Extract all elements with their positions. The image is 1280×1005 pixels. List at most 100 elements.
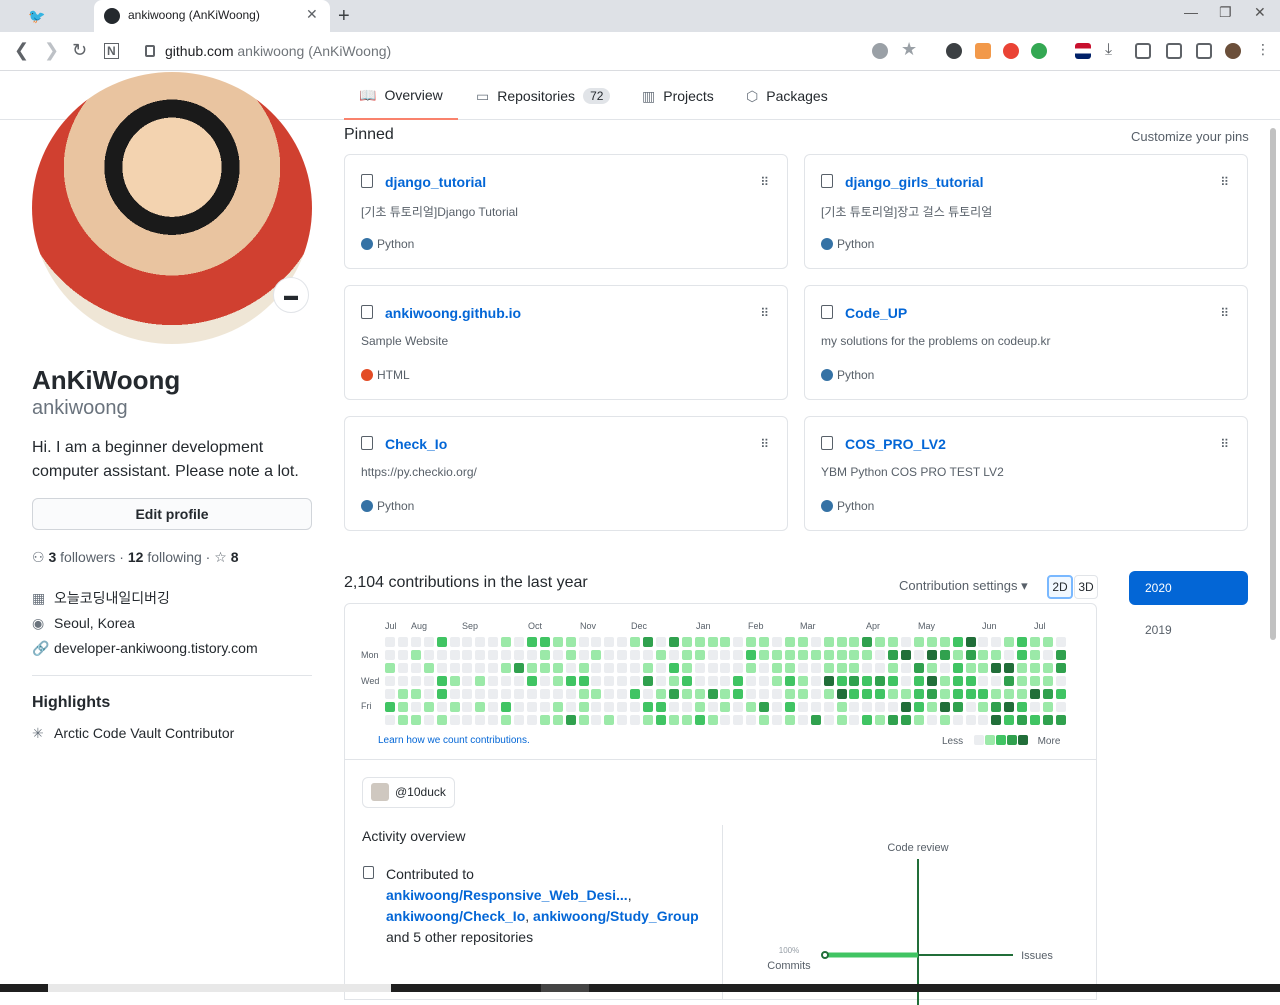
contribution-day[interactable] xyxy=(1017,689,1028,699)
contribution-day[interactable] xyxy=(423,676,434,686)
contribution-day[interactable] xyxy=(849,715,860,725)
contribution-day[interactable] xyxy=(759,702,770,712)
contribution-day[interactable] xyxy=(501,689,512,699)
contribution-day[interactable] xyxy=(720,689,731,699)
followers-link[interactable]: 3 followers xyxy=(48,549,115,565)
contribution-day[interactable] xyxy=(501,637,512,647)
contribution-day[interactable] xyxy=(759,689,770,699)
contribution-day[interactable] xyxy=(784,715,795,725)
contribution-day[interactable] xyxy=(668,689,679,699)
contribution-day[interactable] xyxy=(385,676,395,686)
star-icon[interactable]: ★ xyxy=(901,39,917,60)
contribution-day[interactable] xyxy=(733,702,744,712)
contribution-day[interactable] xyxy=(707,702,718,712)
contribution-day[interactable] xyxy=(552,663,563,673)
contribution-day[interactable] xyxy=(1004,663,1015,673)
browser-tab-inactive[interactable]: 🐦 xyxy=(0,0,94,32)
contribution-day[interactable] xyxy=(952,663,963,673)
contribution-day[interactable] xyxy=(823,663,834,673)
contribution-day[interactable] xyxy=(733,637,744,647)
contribution-day[interactable] xyxy=(423,637,434,647)
sidebar-icon[interactable] xyxy=(1196,43,1212,59)
contribution-day[interactable] xyxy=(810,702,821,712)
contribution-day[interactable] xyxy=(539,637,550,647)
contribution-day[interactable] xyxy=(978,637,989,647)
contribution-day[interactable] xyxy=(888,650,899,660)
contribution-day[interactable] xyxy=(797,637,808,647)
contribution-day[interactable] xyxy=(423,715,434,725)
repo-name-link[interactable]: Check_Io xyxy=(385,436,447,452)
contribution-day[interactable] xyxy=(862,663,873,673)
contribution-day[interactable] xyxy=(746,715,757,725)
contribution-day[interactable] xyxy=(539,650,550,660)
contribution-day[interactable] xyxy=(681,715,692,725)
contribution-day[interactable] xyxy=(410,650,421,660)
contribution-day[interactable] xyxy=(836,663,847,673)
flag-icon[interactable] xyxy=(1075,43,1091,59)
contribution-day[interactable] xyxy=(939,676,950,686)
contribution-day[interactable] xyxy=(630,676,641,686)
contribution-day[interactable] xyxy=(643,676,653,686)
contribution-day[interactable] xyxy=(926,715,937,725)
contribution-day[interactable] xyxy=(630,702,641,712)
contribution-day[interactable] xyxy=(965,715,976,725)
contribution-day[interactable] xyxy=(604,663,615,673)
contribution-day[interactable] xyxy=(707,676,718,686)
contribution-day[interactable] xyxy=(991,663,1002,673)
contribution-day[interactable] xyxy=(823,689,834,699)
pinned-repo-card[interactable]: django_tutorial ⠿ [기초 튜토리얼]Django Tutorial… xyxy=(344,154,788,269)
reload-icon[interactable]: ↻ xyxy=(72,40,87,61)
contribution-day[interactable] xyxy=(849,676,860,686)
contribution-day[interactable] xyxy=(488,702,499,712)
avatar[interactable] xyxy=(32,72,312,344)
contribution-day[interactable] xyxy=(449,637,460,647)
drag-handle-icon[interactable]: ⠿ xyxy=(1220,175,1229,189)
contribution-day[interactable] xyxy=(707,637,718,647)
contribution-day[interactable] xyxy=(668,715,679,725)
contribution-day[interactable] xyxy=(888,715,899,725)
contribution-day[interactable] xyxy=(849,650,860,660)
stars-link[interactable]: ☆ 8 xyxy=(214,549,238,565)
contribution-day[interactable] xyxy=(514,637,524,647)
contribution-day[interactable] xyxy=(759,663,770,673)
contribution-day[interactable] xyxy=(539,689,550,699)
contribution-day[interactable] xyxy=(526,650,537,660)
contribution-day[interactable] xyxy=(1030,715,1040,725)
contribution-day[interactable] xyxy=(604,676,615,686)
contribution-day[interactable] xyxy=(823,650,834,660)
contribution-day[interactable] xyxy=(552,637,563,647)
contribution-day[interactable] xyxy=(772,663,782,673)
contribution-day[interactable] xyxy=(565,650,576,660)
contribution-day[interactable] xyxy=(694,637,705,647)
contribution-day[interactable] xyxy=(862,689,873,699)
contribution-day[interactable] xyxy=(797,715,808,725)
contribution-day[interactable] xyxy=(1055,650,1066,660)
contribution-day[interactable] xyxy=(965,689,976,699)
view-3d-button[interactable]: 3D xyxy=(1074,575,1098,599)
contribution-day[interactable] xyxy=(694,702,705,712)
contribution-day[interactable] xyxy=(784,676,795,686)
contribution-day[interactable] xyxy=(630,715,641,725)
contribution-day[interactable] xyxy=(436,637,447,647)
contribution-day[interactable] xyxy=(604,637,615,647)
contribution-day[interactable] xyxy=(991,676,1002,686)
contribution-day[interactable] xyxy=(410,689,421,699)
contribution-day[interactable] xyxy=(385,715,395,725)
contribution-day[interactable] xyxy=(630,663,641,673)
contribution-day[interactable] xyxy=(668,702,679,712)
contribution-day[interactable] xyxy=(733,689,744,699)
contribution-day[interactable] xyxy=(526,689,537,699)
contribution-day[interactable] xyxy=(707,650,718,660)
contribution-day[interactable] xyxy=(1017,715,1028,725)
contribution-day[interactable] xyxy=(836,702,847,712)
contribution-day[interactable] xyxy=(939,702,950,712)
taskbar-item[interactable] xyxy=(541,984,589,992)
contribution-day[interactable] xyxy=(913,689,924,699)
contribution-day[interactable] xyxy=(514,689,524,699)
contribution-day[interactable] xyxy=(694,689,705,699)
contribution-day[interactable] xyxy=(784,689,795,699)
contribution-day[interactable] xyxy=(810,689,821,699)
contribution-day[interactable] xyxy=(591,650,602,660)
contribution-day[interactable] xyxy=(1004,637,1015,647)
contribution-day[interactable] xyxy=(733,663,744,673)
